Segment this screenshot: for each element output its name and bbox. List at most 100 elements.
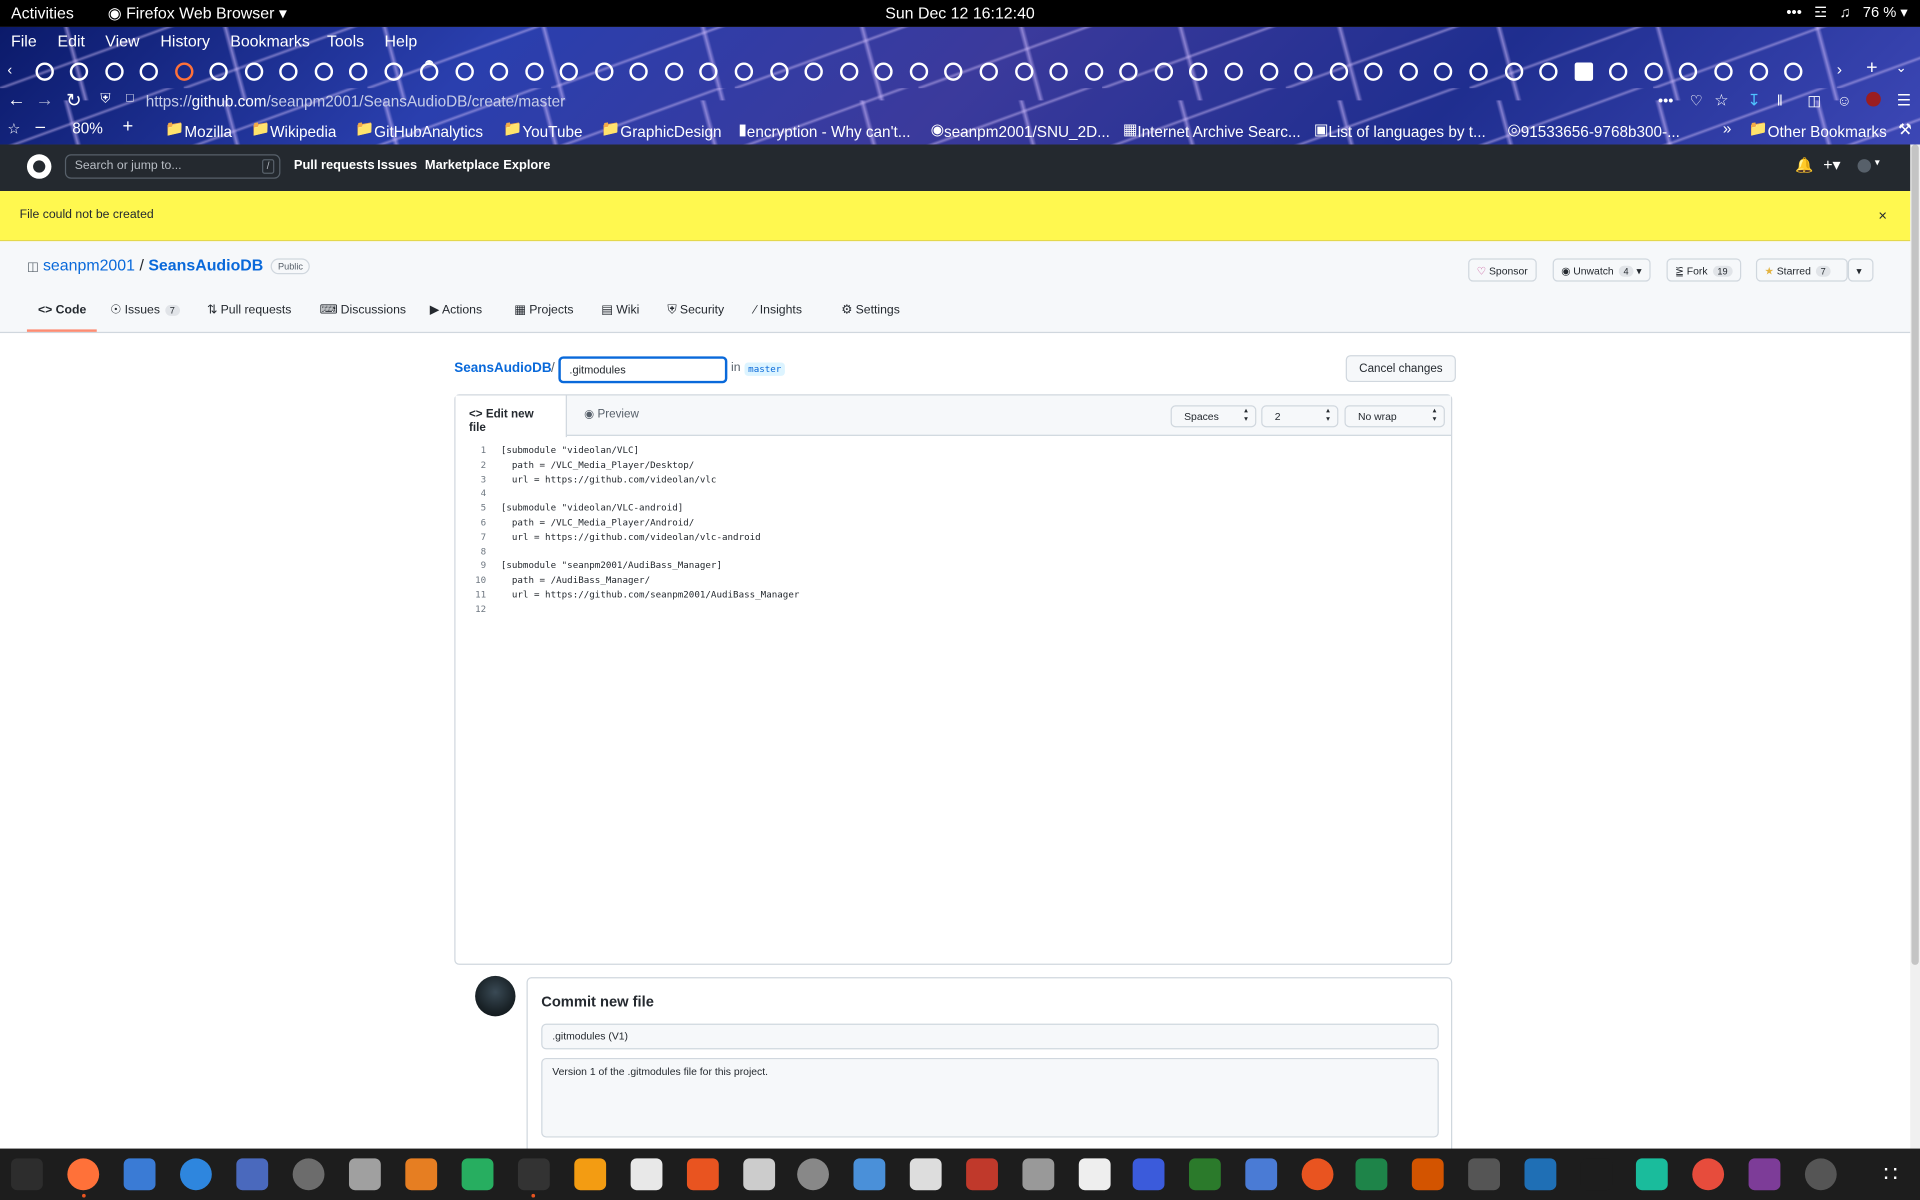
github-tab-icon[interactable] xyxy=(489,62,509,81)
calendar-icon[interactable] xyxy=(1635,1158,1668,1191)
mario-game-icon[interactable] xyxy=(1411,1158,1444,1191)
wrap-mode-select[interactable]: No wrap xyxy=(1344,405,1445,428)
tor-browser-icon[interactable] xyxy=(1748,1158,1781,1191)
nav-issues[interactable]: Issues xyxy=(377,158,417,173)
github-tab-icon[interactable] xyxy=(1784,62,1803,81)
tab-code[interactable]: <> Code xyxy=(38,304,86,317)
github-tab-icon[interactable] xyxy=(525,62,544,81)
tab-insights[interactable]: ∕ Insights xyxy=(754,304,802,317)
tab-preview[interactable]: ◉ Preview xyxy=(584,408,639,421)
nav-pull-requests[interactable]: Pull requests xyxy=(294,158,375,173)
code-line[interactable]: 12 xyxy=(456,603,1452,617)
menu-bookmarks[interactable]: Bookmarks xyxy=(230,32,310,50)
help-icon[interactable] xyxy=(180,1158,212,1191)
menu-file[interactable]: File xyxy=(11,32,37,50)
tab-edit-new-file[interactable]: <> Edit new file xyxy=(455,395,567,438)
github-tab-icon[interactable] xyxy=(348,62,368,81)
character-map-icon[interactable] xyxy=(1078,1158,1111,1191)
app-icon[interactable] xyxy=(1804,1158,1837,1191)
github-tab-icon[interactable] xyxy=(209,62,228,81)
library-icon[interactable]: ‖ xyxy=(1777,92,1783,109)
vlc-icon[interactable] xyxy=(405,1158,438,1191)
github-tab-icon[interactable] xyxy=(455,62,474,81)
github-tab-icon[interactable] xyxy=(1678,62,1698,81)
commit-summary-input[interactable]: .gitmodules (V1) xyxy=(541,1023,1439,1050)
menu-edit[interactable]: Edit xyxy=(58,32,85,50)
github-tab-icon[interactable] xyxy=(1119,62,1138,81)
todo-icon[interactable] xyxy=(1132,1158,1165,1191)
github-tab-icon[interactable] xyxy=(1714,62,1733,81)
github-tab-icon[interactable] xyxy=(105,62,124,81)
archive-icon[interactable] xyxy=(1022,1158,1055,1191)
disc-icon[interactable] xyxy=(797,1158,829,1191)
lock-icon[interactable]: □ xyxy=(126,92,133,105)
wrench-icon[interactable]: ⚒ xyxy=(1898,120,1912,138)
clock[interactable]: Sun Dec 12 16:12:40 xyxy=(0,4,1920,22)
software-store-icon[interactable] xyxy=(686,1158,719,1191)
ublock-icon[interactable] xyxy=(1866,91,1881,107)
code-line[interactable]: 7 url = https://github.com/videolan/vlc-… xyxy=(456,531,1452,545)
github-tab-icon[interactable] xyxy=(1260,62,1279,81)
github-tab-icon[interactable] xyxy=(1294,62,1313,81)
github-tab-icon[interactable] xyxy=(35,62,54,81)
indent-mode-select[interactable]: Spaces xyxy=(1170,405,1257,428)
github-tab-icon[interactable] xyxy=(1399,62,1418,81)
files-icon[interactable] xyxy=(348,1158,381,1191)
indent-size-select[interactable]: 2 xyxy=(1261,405,1339,428)
github-tab-icon[interactable] xyxy=(804,62,823,81)
filename-input[interactable]: .gitmodules xyxy=(558,356,728,384)
code-line[interactable]: 4 xyxy=(456,488,1452,502)
code-line[interactable]: 5 [submodule "videolan/VLC-android] xyxy=(456,502,1452,516)
bookmark-snu-2d[interactable]: ◉ seanpm2001/SNU_2D... xyxy=(931,120,1110,141)
dictionary-icon[interactable] xyxy=(966,1158,998,1191)
page-scrollbar[interactable] xyxy=(1910,144,1920,1149)
photo-app-icon[interactable] xyxy=(1524,1158,1557,1191)
system-monitor-icon[interactable] xyxy=(11,1158,43,1191)
commit-description-textarea[interactable]: Version 1 of the .gitmodules file for th… xyxy=(541,1057,1439,1138)
nav-marketplace[interactable]: Marketplace xyxy=(425,158,499,173)
starred-button[interactable]: ★ Starred 7 xyxy=(1755,258,1848,282)
game-icon[interactable] xyxy=(461,1158,494,1191)
bookmark-graphicdesign[interactable]: 📁 GraphicDesign xyxy=(601,120,721,141)
scrollbar-thumb[interactable] xyxy=(1911,144,1919,965)
github-tab-icon[interactable] xyxy=(1469,62,1488,81)
settings-icon[interactable] xyxy=(292,1158,325,1191)
bookmarks-overflow-icon[interactable]: » xyxy=(1723,120,1732,137)
bookmark-wikipedia[interactable]: 📁 Wikipedia xyxy=(251,120,336,141)
active-github-tab-icon[interactable] xyxy=(420,62,439,81)
tabs-scroll-right-icon[interactable]: › xyxy=(1837,60,1842,78)
cancel-changes-button[interactable]: Cancel changes xyxy=(1345,355,1457,383)
github-tab-icon[interactable] xyxy=(279,62,298,81)
github-logo-icon[interactable] xyxy=(26,154,52,179)
terminal-icon[interactable] xyxy=(517,1158,550,1191)
github-tab-icon[interactable] xyxy=(909,62,929,81)
zoom-level[interactable]: 80% xyxy=(72,120,103,137)
github-tab-icon[interactable] xyxy=(1504,62,1524,81)
spreadsheet-icon[interactable] xyxy=(1355,1158,1388,1191)
github-tab-icon[interactable] xyxy=(244,62,264,81)
bookmark-star-icon[interactable]: ☆ xyxy=(7,120,20,137)
tab-security[interactable]: ⛨ Security xyxy=(667,304,724,317)
tab-list-chevron-icon[interactable]: ⌄ xyxy=(1896,60,1907,76)
unwatch-button[interactable]: ◉ Unwatch 4 ▾ xyxy=(1552,258,1651,282)
github-tab-icon[interactable] xyxy=(559,62,578,81)
page-actions-icon[interactable]: ••• xyxy=(1658,92,1673,109)
tab-issues[interactable]: ☉ Issues 7 xyxy=(110,304,180,317)
bookmark-other-bookmarks[interactable]: 📁 Other Bookmarks xyxy=(1749,120,1887,141)
github-tab-icon[interactable] xyxy=(1329,62,1349,81)
github-tab-icon[interactable] xyxy=(1364,62,1383,81)
text-editor-icon[interactable] xyxy=(236,1158,269,1191)
menu-history[interactable]: History xyxy=(160,32,210,50)
github-tab-icon[interactable] xyxy=(1154,62,1174,81)
firefox-icon[interactable] xyxy=(67,1158,100,1191)
github-tab-icon[interactable] xyxy=(770,62,789,81)
zoom-in-icon[interactable]: + xyxy=(122,116,133,137)
firefox-tab-icon[interactable] xyxy=(175,62,194,81)
bookmark-githubanalytics[interactable]: 📁 GitHubAnalytics xyxy=(355,120,483,141)
screenshot-icon[interactable] xyxy=(1245,1158,1278,1191)
tab-actions[interactable]: ▶ Actions xyxy=(430,304,482,317)
github-tab-icon[interactable] xyxy=(1539,62,1558,81)
github-tab-icon[interactable] xyxy=(1015,62,1034,81)
calculator-icon[interactable] xyxy=(574,1158,607,1191)
tab-discussions[interactable]: ⌨ Discussions xyxy=(320,304,406,317)
